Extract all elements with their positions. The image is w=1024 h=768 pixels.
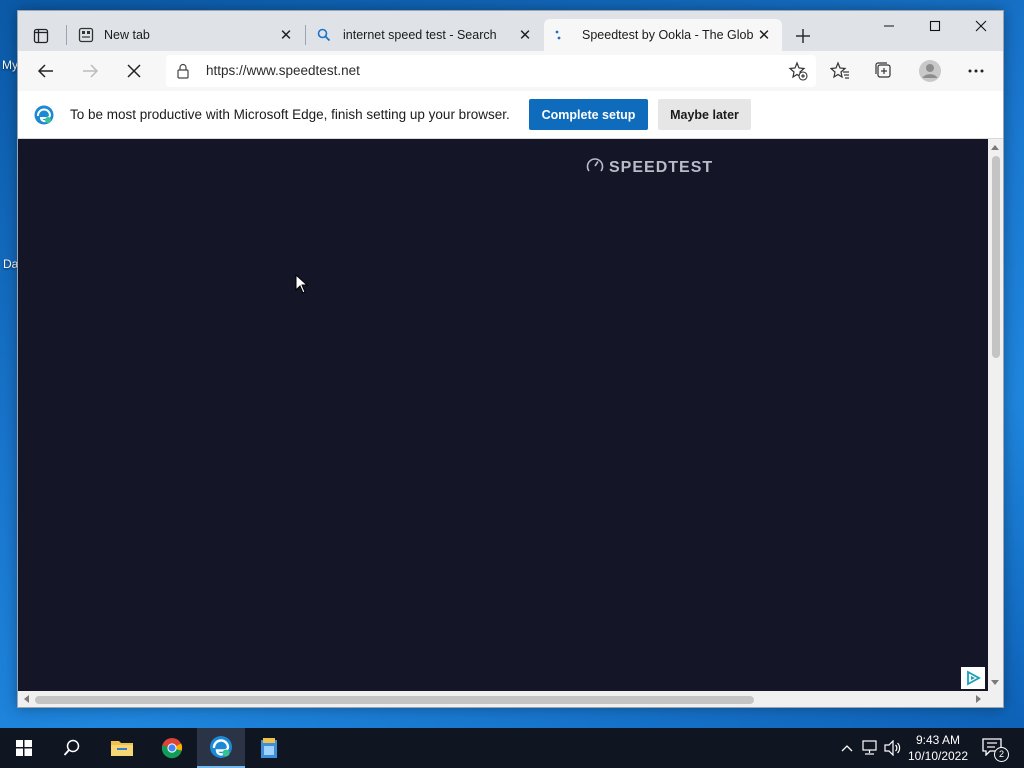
tab-title: internet speed test - Search [343,28,497,42]
windows-logo-icon [16,740,32,756]
notification-badge: 2 [994,747,1009,762]
desktop-icon-label[interactable]: My [2,58,18,72]
start-button[interactable] [0,728,48,768]
maximize-icon [929,20,941,32]
chevron-up-icon [841,745,853,752]
favorites-button[interactable] [824,55,856,87]
speed-gauge-icon [586,156,604,179]
avatar-icon [919,60,941,82]
stop-icon [127,64,141,78]
new-tab-icon [78,27,94,43]
address-bar[interactable]: https://www.speedtest.net [166,55,816,87]
close-icon [975,20,987,32]
more-icon [968,69,984,73]
adchoices-icon[interactable] [961,667,985,689]
brand-text: SPEEDTEST [609,158,714,176]
close-window-button[interactable] [958,11,1003,41]
star-plus-icon [788,61,808,81]
scroll-left-arrow-icon[interactable] [24,695,29,703]
tab-separator [66,25,67,45]
action-center-button[interactable]: 2 [982,738,1009,762]
mouse-cursor-icon [295,274,309,294]
search-icon [63,739,80,756]
taskbar-edge[interactable] [197,728,245,768]
edge-logo-icon [34,105,54,130]
back-button[interactable] [30,55,62,87]
speedtest-logo[interactable]: SPEEDTEST [586,156,713,179]
forward-button[interactable] [74,55,106,87]
stop-loading-button[interactable] [118,55,150,87]
setup-infobar: To be most productive with Microsoft Edg… [18,91,1003,139]
search-button[interactable] [48,728,96,768]
close-icon[interactable]: ✕ [754,25,774,45]
show-hidden-icons-button[interactable] [838,740,856,756]
lock-icon[interactable] [176,63,190,84]
new-tab-button[interactable] [790,23,816,49]
complete-setup-button[interactable]: Complete setup [529,99,648,130]
favorites-icon [830,61,849,79]
taskbar: 9:43 AM 10/10/2022 2 [0,728,1024,768]
navigation-toolbar: https://www.speedtest.net [18,51,1003,91]
loading-icon [554,28,568,42]
infobar-message: To be most productive with Microsoft Edg… [70,107,510,122]
tab-speedtest[interactable]: Speedtest by Ookla - The Global ✕ [544,19,782,51]
scroll-down-arrow-icon[interactable] [991,680,999,685]
system-clock[interactable]: 9:43 AM 10/10/2022 [904,732,972,764]
url-text[interactable]: https://www.speedtest.net [206,63,360,78]
vertical-scroll-thumb[interactable] [992,156,1000,358]
speaker-icon [884,740,901,756]
folder-icon [111,741,133,756]
installer-icon [261,738,277,758]
close-icon[interactable]: ✕ [276,25,296,45]
close-icon[interactable]: ✕ [515,25,535,45]
profile-button[interactable] [914,55,946,87]
minimize-button[interactable] [866,11,912,41]
tab-search[interactable]: internet speed test - Search ✕ [307,19,543,51]
clock-time: 9:43 AM [915,733,961,747]
tab-bar: New tab ✕ internet speed test - Search ✕… [18,11,1003,51]
page-content: SPEEDTEST [18,139,988,691]
search-icon [317,28,331,42]
edge-icon [210,736,232,758]
tab-actions-icon [33,28,49,44]
taskbar-file-explorer[interactable] [98,728,146,768]
scrollbar-corner [988,691,1003,707]
plus-icon [796,29,810,43]
add-favorite-button[interactable] [788,61,808,86]
maximize-button[interactable] [912,11,958,41]
forward-arrow-icon [83,64,99,78]
tab-new-tab[interactable]: New tab ✕ [68,19,304,51]
scroll-right-arrow-icon[interactable] [976,695,981,703]
browser-window: New tab ✕ internet speed test - Search ✕… [17,10,1004,708]
tab-separator [305,25,306,45]
scroll-up-arrow-icon[interactable] [991,145,999,150]
horizontal-scroll-thumb[interactable] [35,696,754,704]
horizontal-scrollbar[interactable] [18,691,988,707]
network-icon [862,740,877,755]
collections-button[interactable] [868,55,900,87]
volume-button[interactable] [884,740,902,756]
tab-title: Speedtest by Ookla - The Global [582,28,754,42]
chrome-icon [161,738,183,759]
tab-title: New tab [104,28,150,42]
maybe-later-button[interactable]: Maybe later [658,99,751,130]
taskbar-app[interactable] [245,728,293,768]
settings-menu-button[interactable] [960,55,992,87]
network-button[interactable] [862,740,880,756]
minimize-icon [884,25,894,27]
taskbar-chrome[interactable] [148,728,196,768]
collections-icon [875,62,891,78]
back-arrow-icon [37,64,53,78]
tab-actions-button[interactable] [24,19,58,53]
clock-date: 10/10/2022 [907,749,969,763]
vertical-scrollbar[interactable] [988,139,1003,691]
